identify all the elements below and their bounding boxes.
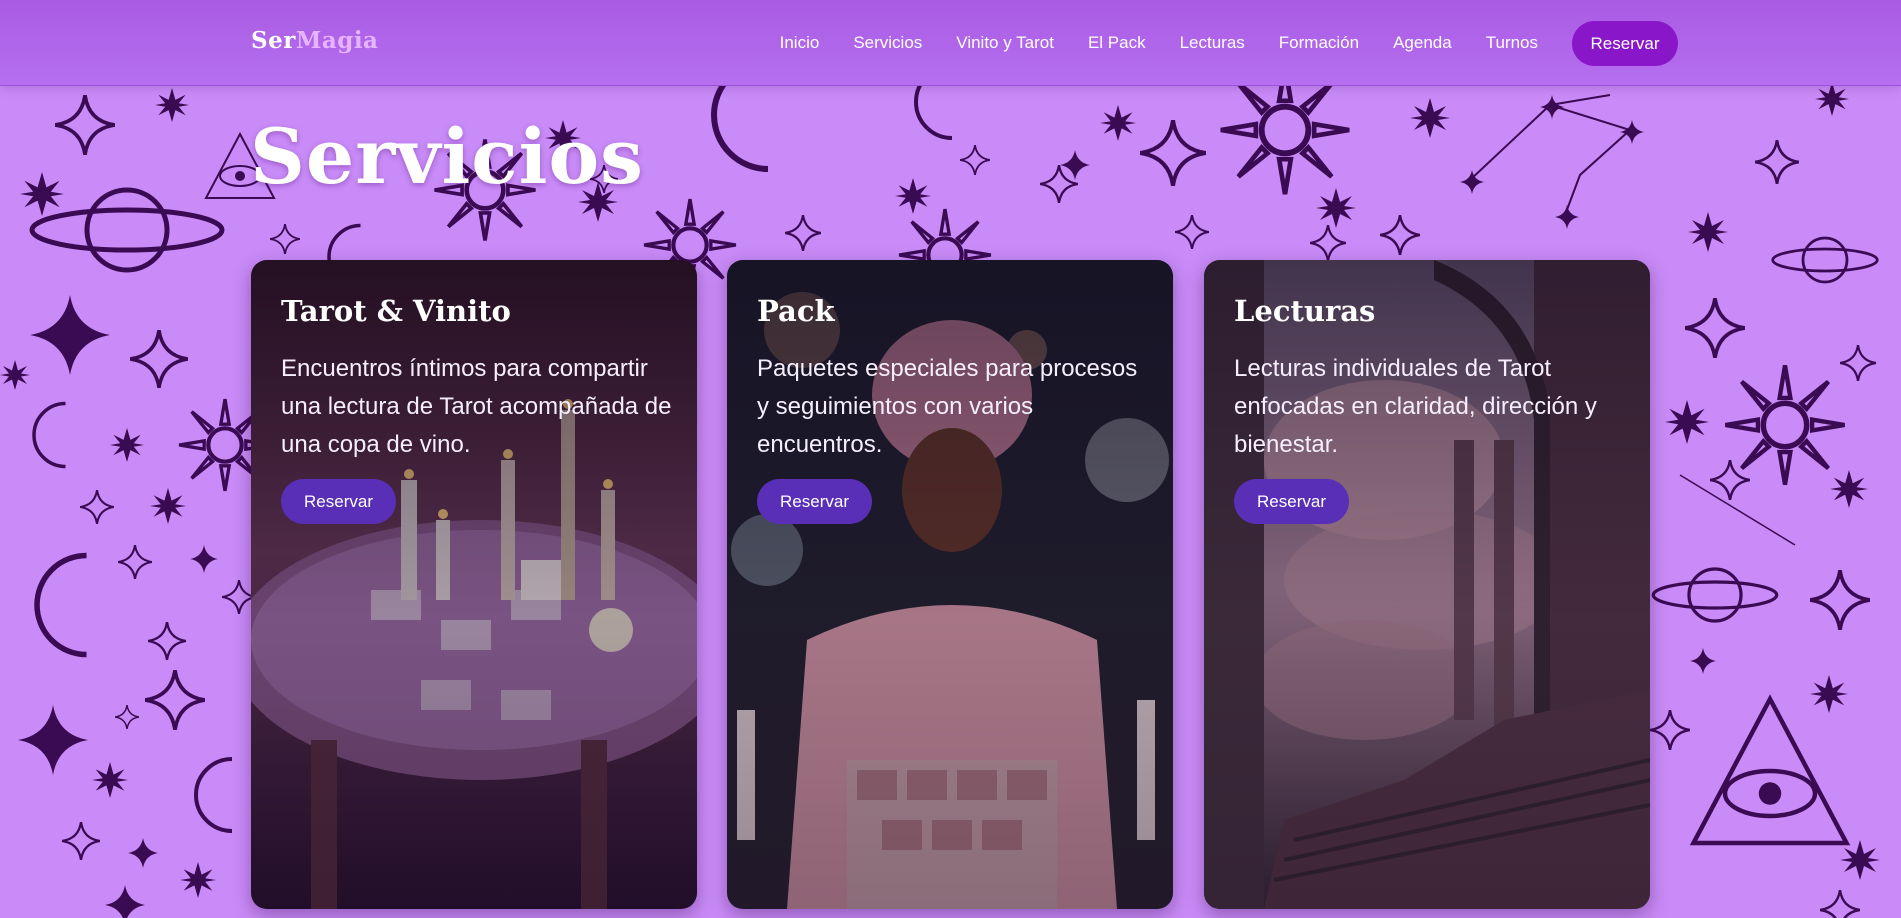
card-title: Pack — [757, 294, 835, 328]
nav-reservar-button[interactable]: Reservar — [1572, 20, 1678, 66]
nav-link-lecturas[interactable]: Lecturas — [1180, 20, 1245, 66]
nav-link-agenda[interactable]: Agenda — [1393, 20, 1452, 66]
top-navbar: SerMagia Inicio Servicios Vinito y Tarot… — [0, 0, 1901, 86]
card-description: Encuentros íntimos para compartir una le… — [281, 355, 672, 458]
nav-link-servicios[interactable]: Servicios — [853, 20, 922, 66]
logo-text-ser: Ser — [251, 27, 296, 54]
reservar-button[interactable]: Reservar — [1234, 479, 1349, 524]
nav-link-el-pack[interactable]: El Pack — [1088, 20, 1146, 66]
logo-text-magia: Magia — [295, 27, 379, 54]
site-logo[interactable]: SerMagia — [251, 27, 378, 54]
nav-link-formacion[interactable]: Formación — [1279, 20, 1359, 66]
nav-link-turnos[interactable]: Turnos — [1486, 20, 1538, 66]
reservar-button[interactable]: Reservar — [281, 479, 396, 524]
nav-link-vinito-y-tarot[interactable]: Vinito y Tarot — [956, 20, 1054, 66]
section-title: Servicios — [250, 112, 644, 201]
nav-link-inicio[interactable]: Inicio — [780, 20, 820, 66]
card-title: Tarot & Vinito — [281, 294, 511, 328]
service-card-lecturas[interactable]: Lecturas Lecturas individuales de Tarot … — [1204, 260, 1650, 909]
card-description: Lecturas individuales de Tarot enfocadas… — [1234, 355, 1597, 458]
reservar-button[interactable]: Reservar — [757, 479, 872, 524]
card-title: Lecturas — [1234, 294, 1376, 328]
main-nav: Inicio Servicios Vinito y Tarot El Pack … — [780, 20, 1678, 66]
service-card-tarot-vinito[interactable]: Tarot & Vinito Encuentros íntimos para c… — [251, 260, 697, 909]
service-card-pack[interactable]: Pack Paquetes especiales para procesos y… — [727, 260, 1173, 909]
card-description: Paquetes especiales para procesos y segu… — [757, 355, 1138, 458]
